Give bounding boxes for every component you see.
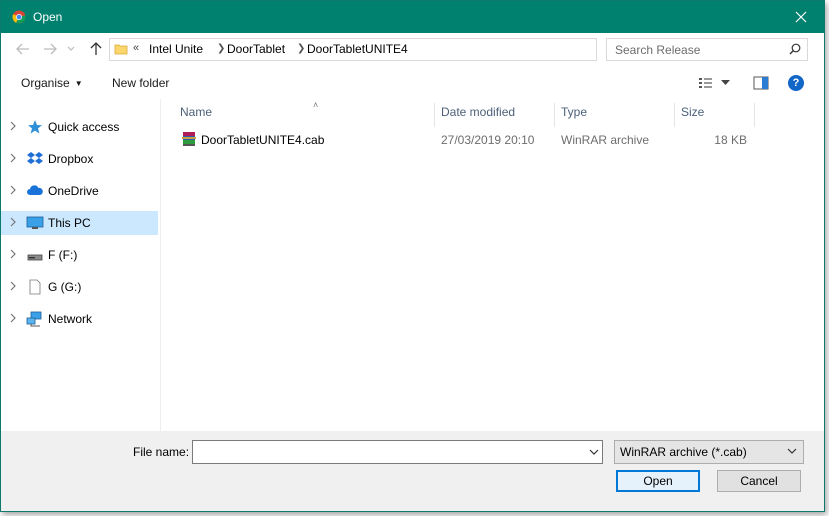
search-placeholder: Search Release — [615, 43, 701, 57]
chevron-right-icon[interactable] — [10, 121, 17, 131]
onedrive-icon — [27, 185, 43, 195]
sidebar-item-label: G (G:) — [48, 280, 82, 294]
drive-icon — [27, 254, 43, 261]
organise-button[interactable]: Organise ▼ — [21, 76, 83, 90]
file-name-label: File name: — [133, 445, 190, 459]
sidebar-item-label: This PC — [48, 216, 91, 230]
chevron-down-icon[interactable] — [589, 449, 599, 455]
window-title: Open — [33, 10, 63, 24]
folder-icon — [114, 44, 128, 55]
sidebar-item-f-drive[interactable]: F (F:) — [1, 243, 158, 267]
breadcrumb-doortabletunite4[interactable]: DoorTabletUNITE4 — [307, 42, 408, 56]
chevron-right-icon[interactable] — [10, 153, 17, 163]
arrow-right-icon — [44, 43, 57, 55]
cancel-button[interactable]: Cancel — [717, 470, 801, 492]
breadcrumb-separator[interactable]: ❯ — [297, 43, 305, 54]
chevron-down-icon[interactable] — [721, 80, 730, 86]
sidebar-item-label: OneDrive — [48, 184, 99, 198]
arrow-up-icon — [90, 42, 102, 55]
command-bar: Organise ▼ New folder ? — [1, 66, 824, 99]
column-header-label: Name — [180, 105, 213, 119]
open-button[interactable]: Open — [616, 470, 700, 492]
file-list: ˄ Name Date modified Type Size DoorTable… — [161, 99, 824, 431]
file-type-value: WinRAR archive (*.cab) — [620, 445, 747, 459]
sidebar-item-network[interactable]: Network — [1, 307, 158, 331]
sidebar-item-label: Quick access — [48, 120, 120, 134]
star-icon — [28, 120, 42, 134]
table-row[interactable]: DoorTabletUNITE4.cab 27/03/2019 20:10 Wi… — [177, 128, 759, 150]
sidebar-item-this-pc[interactable]: This PC — [1, 211, 158, 235]
winrar-archive-icon — [182, 132, 196, 146]
view-options-icon[interactable] — [698, 76, 714, 90]
column-header-label: Size — [681, 105, 705, 119]
file-name: DoorTabletUNITE4.cab — [201, 133, 325, 147]
forward-button[interactable] — [41, 41, 59, 57]
sidebar-item-dropbox[interactable]: Dropbox — [1, 147, 158, 171]
file-date: 27/03/2019 20:10 — [441, 133, 535, 147]
document-icon — [29, 279, 41, 295]
breadcrumb-doortablet[interactable]: DoorTablet — [227, 42, 285, 56]
sidebar-item-label: Dropbox — [48, 152, 94, 166]
chevron-right-icon[interactable] — [10, 185, 17, 195]
file-type: WinRAR archive — [561, 133, 650, 147]
arrow-left-icon — [16, 43, 29, 55]
caret-down-icon: ▼ — [74, 79, 83, 88]
back-button[interactable] — [14, 41, 32, 57]
close-icon — [795, 11, 807, 23]
column-divider[interactable] — [754, 103, 755, 127]
help-button[interactable]: ? — [788, 75, 804, 91]
column-header-label: Date modified — [441, 105, 516, 119]
overflow-chevron[interactable]: « — [133, 42, 139, 54]
column-header-type[interactable]: Type — [555, 103, 674, 127]
navigation-pane: Quick access Dropbox OneDrive This PC F … — [1, 99, 160, 431]
file-name-panel: File name: WinRAR archive (*.cab) Open C… — [1, 431, 824, 511]
open-dialog: Open « Intel Unite ❯ DoorTablet ❯ DoorTa… — [0, 0, 825, 512]
sidebar-item-label: Network — [48, 312, 93, 326]
chevron-right-icon[interactable] — [10, 217, 17, 227]
column-header-date[interactable]: Date modified — [435, 103, 554, 127]
address-bar[interactable]: « Intel Unite ❯ DoorTablet ❯ DoorTabletU… — [109, 38, 694, 61]
column-header-size[interactable]: Size — [675, 103, 754, 127]
recent-locations-button[interactable] — [65, 41, 77, 57]
dropbox-icon — [27, 152, 43, 164]
organise-label: Organise — [21, 76, 70, 90]
sidebar-item-onedrive[interactable]: OneDrive — [1, 179, 158, 203]
preview-pane-icon[interactable] — [753, 76, 769, 90]
chevron-right-icon[interactable] — [10, 249, 17, 259]
title-bar: Open — [1, 1, 824, 33]
file-name-input[interactable] — [192, 440, 603, 464]
up-button[interactable] — [87, 41, 105, 57]
column-header-label: Type — [561, 105, 588, 119]
file-size: 18 KB — [714, 133, 747, 147]
chevron-right-icon[interactable] — [10, 281, 17, 291]
chevron-down-icon — [67, 46, 75, 51]
chevron-right-icon[interactable] — [10, 313, 17, 323]
close-button[interactable] — [778, 1, 824, 33]
search-icon — [789, 43, 801, 55]
search-box[interactable]: Search Release — [606, 38, 808, 61]
chevron-down-icon — [787, 448, 797, 454]
breadcrumb-separator[interactable]: ❯ — [217, 43, 225, 54]
chrome-icon — [12, 10, 26, 24]
breadcrumb-intel-unite[interactable]: Intel Unite — [149, 42, 203, 56]
sidebar-item-label: F (F:) — [48, 248, 78, 262]
column-header-name[interactable]: ˄ Name — [174, 100, 434, 127]
sidebar-item-g-drive[interactable]: G (G:) — [1, 275, 158, 299]
new-folder-button[interactable]: New folder — [112, 76, 169, 90]
sort-ascending-icon: ˄ — [313, 100, 319, 110]
sidebar-item-quick-access[interactable]: Quick access — [1, 115, 158, 139]
file-type-select[interactable]: WinRAR archive (*.cab) — [614, 440, 804, 464]
network-icon — [26, 311, 42, 327]
pc-icon — [26, 216, 44, 229]
